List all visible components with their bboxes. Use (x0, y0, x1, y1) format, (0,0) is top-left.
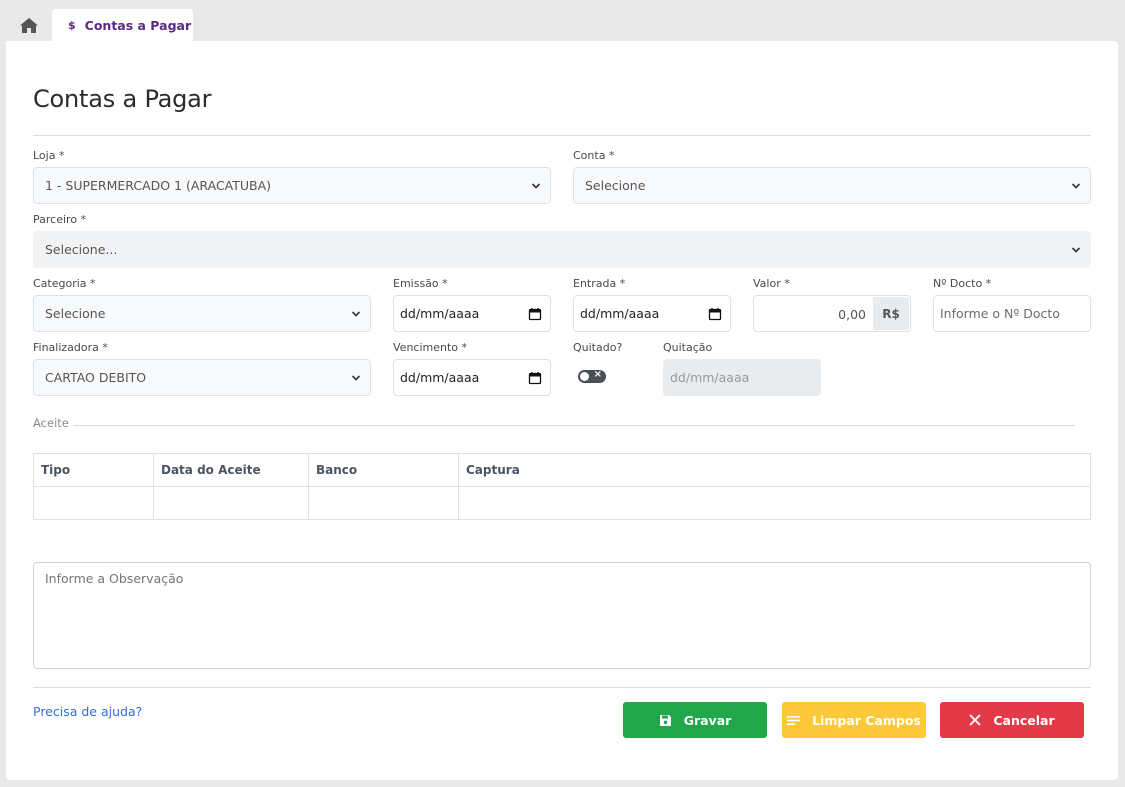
footer-divider (33, 687, 1091, 688)
chevron-down-icon (351, 311, 361, 317)
calendar-icon[interactable] (528, 371, 542, 385)
valor-label: Valor * (753, 277, 790, 290)
valor-input[interactable]: 0,00 R$ (753, 295, 911, 332)
home-icon (20, 18, 38, 33)
categoria-select[interactable]: Selecione (33, 295, 371, 332)
n-docto-input[interactable]: Informe o Nº Docto (933, 295, 1091, 332)
parceiro-value: Selecione... (45, 242, 118, 257)
finalizadora-value: CARTAO DEBITO (45, 370, 147, 385)
close-icon: × (593, 369, 602, 380)
column-header-banco: Banco (308, 453, 459, 487)
categoria-label: Categoria * (33, 277, 96, 290)
table-header-row: Tipo Data do Aceite Banco Captura (33, 453, 1091, 487)
parceiro-select[interactable]: Selecione... (33, 231, 1091, 268)
page-title: Contas a Pagar (33, 85, 212, 113)
quitacao-value: dd/mm/aaaa (670, 370, 750, 385)
tab-contas-a-pagar[interactable]: $ Contas a Pagar (52, 9, 193, 41)
table-cell (308, 486, 459, 520)
parceiro-label: Parceiro * (33, 213, 87, 226)
entrada-value: dd/mm/aaaa (580, 306, 660, 321)
tab-bar: $ Contas a Pagar (0, 0, 1125, 41)
currency-addon: R$ (873, 297, 909, 330)
emissao-value: dd/mm/aaaa (400, 306, 480, 321)
aceite-table: Tipo Data do Aceite Banco Captura (33, 453, 1091, 520)
clear-fields-label: Limpar Campos (812, 712, 921, 728)
tab-home[interactable] (8, 10, 50, 41)
save-button[interactable]: Gravar (623, 702, 767, 738)
entrada-label: Entrada * (573, 277, 626, 290)
categoria-value: Selecione (45, 306, 106, 321)
emissao-date-input[interactable]: dd/mm/aaaa (393, 295, 551, 332)
cancel-button[interactable]: Cancelar (940, 702, 1084, 738)
conta-label: Conta * (573, 149, 615, 162)
table-cell (458, 486, 1091, 520)
toggle-knob (580, 372, 589, 381)
cancel-label: Cancelar (993, 712, 1055, 728)
column-header-tipo: Tipo (33, 453, 154, 487)
calendar-icon[interactable] (528, 307, 542, 321)
n-docto-label: Nº Docto * (933, 277, 992, 290)
calendar-icon[interactable] (708, 307, 722, 321)
quitacao-label: Quitação (663, 341, 713, 354)
quitacao-date-input: dd/mm/aaaa (663, 359, 821, 396)
valor-value: 0,00 (838, 307, 866, 322)
lines-icon (787, 715, 801, 726)
emissao-label: Emissão * (393, 277, 448, 290)
table-cell (153, 486, 309, 520)
quitado-toggle[interactable]: × (578, 369, 606, 383)
chevron-down-icon (1071, 183, 1081, 189)
vencimento-value: dd/mm/aaaa (400, 370, 480, 385)
dollar-icon: $ (68, 18, 76, 32)
table-row (33, 486, 1091, 520)
observacao-textarea[interactable] (33, 562, 1091, 669)
table-cell (33, 486, 154, 520)
vencimento-label: Vencimento * (393, 341, 468, 354)
conta-select[interactable]: Selecione (573, 167, 1091, 204)
n-docto-placeholder: Informe o Nº Docto (940, 306, 1060, 321)
entrada-date-input[interactable]: dd/mm/aaaa (573, 295, 731, 332)
chevron-down-icon (1071, 247, 1081, 253)
loja-select[interactable]: 1 - SUPERMERCADO 1 (ARACATUBA) (33, 167, 551, 204)
aceite-divider (33, 425, 1075, 426)
quitado-label: Quitado? (573, 341, 623, 354)
vencimento-date-input[interactable]: dd/mm/aaaa (393, 359, 551, 396)
column-header-captura: Captura (458, 453, 1091, 487)
help-link[interactable]: Precisa de ajuda? (33, 704, 142, 719)
clear-fields-button[interactable]: Limpar Campos (782, 702, 926, 738)
save-label: Gravar (683, 712, 732, 728)
chevron-down-icon (531, 183, 541, 189)
aceite-legend: Aceite (33, 416, 73, 430)
column-header-data-aceite: Data do Aceite (153, 453, 309, 487)
tab-label: Contas a Pagar (84, 17, 192, 33)
finalizadora-label: Finalizadora * (33, 341, 108, 354)
title-divider (33, 135, 1091, 136)
form-card: Contas a Pagar Loja * 1 - SUPERMERCADO 1… (6, 41, 1118, 780)
chevron-down-icon (351, 375, 361, 381)
finalizadora-select[interactable]: CARTAO DEBITO (33, 359, 371, 396)
save-icon (659, 714, 672, 727)
conta-value: Selecione (585, 178, 646, 193)
loja-label: Loja * (33, 149, 65, 162)
loja-value: 1 - SUPERMERCADO 1 (ARACATUBA) (45, 178, 272, 193)
close-icon (969, 714, 981, 726)
